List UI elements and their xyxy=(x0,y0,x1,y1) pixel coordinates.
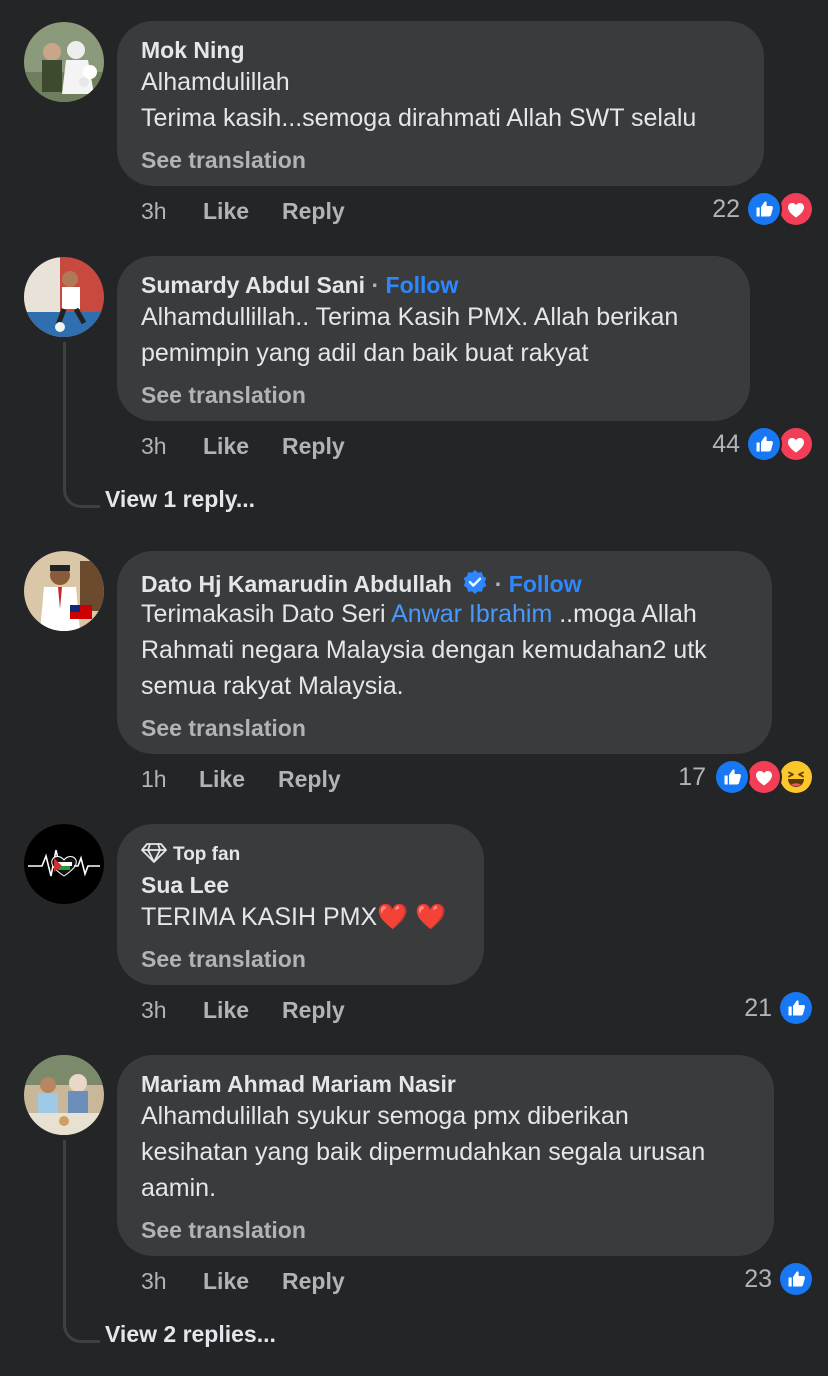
reaction-count[interactable]: 21 xyxy=(722,994,772,1023)
author-name[interactable]: Dato Hj Kamarudin Abdullah xyxy=(141,571,452,597)
comment-timestamp[interactable]: 1h xyxy=(141,766,167,793)
comment-text-line: pemimpin yang adil dan baik buat rakyat xyxy=(141,339,589,367)
follow-button[interactable]: Follow xyxy=(386,272,459,298)
see-translation-link[interactable]: See translation xyxy=(141,147,306,174)
heart-emoji: ❤️ ❤️ xyxy=(377,903,447,931)
like-icon[interactable] xyxy=(778,1261,814,1297)
like-icon[interactable] xyxy=(746,191,782,227)
like-button[interactable]: Like xyxy=(203,198,249,225)
separator-dot: · xyxy=(371,272,380,298)
avatar[interactable] xyxy=(24,551,104,631)
comment-text: Terimakasih Dato Seri xyxy=(141,600,392,628)
comment-text-line: TERIMA KASIH PMX❤️ ❤️ xyxy=(141,899,446,935)
comment-timestamp[interactable]: 3h xyxy=(141,1268,167,1295)
reply-button[interactable]: Reply xyxy=(278,766,341,793)
separator-dot: · xyxy=(494,571,503,597)
comment-text-line: aamin. xyxy=(141,1174,217,1202)
like-icon[interactable] xyxy=(746,426,782,462)
comment-text-line: kesihatan yang baik dipermudahkan segala… xyxy=(141,1138,706,1166)
avatar[interactable] xyxy=(24,824,104,904)
comment-text-line: Alhamdulillah xyxy=(141,68,290,96)
reaction-count[interactable]: 22 xyxy=(690,195,740,224)
comment-author[interactable]: Mok Ning xyxy=(141,37,245,64)
comment-timestamp[interactable]: 3h xyxy=(141,198,167,225)
follow-button[interactable]: Follow xyxy=(509,571,582,597)
comment-text: TERIMA KASIH PMX xyxy=(141,903,378,931)
haha-icon[interactable] xyxy=(778,759,814,795)
top-fan-label: Top fan xyxy=(173,844,241,865)
comment-text-line: Rahmati negara Malaysia dengan kemudahan… xyxy=(141,636,707,664)
reaction-count[interactable]: 44 xyxy=(690,430,740,459)
reply-thread-line xyxy=(63,342,100,508)
author-name[interactable]: Sumardy Abdul Sani xyxy=(141,272,365,298)
comment-text-line: Alhamdulillah syukur semoga pmx diberika… xyxy=(141,1102,629,1130)
like-button[interactable]: Like xyxy=(203,997,249,1024)
comment-timestamp[interactable]: 3h xyxy=(141,997,167,1024)
comment-text-line: semua rakyat Malaysia. xyxy=(141,672,404,700)
reply-button[interactable]: Reply xyxy=(282,997,345,1024)
avatar[interactable] xyxy=(24,22,104,102)
comment-text: ..moga Allah xyxy=(552,600,697,628)
like-button[interactable]: Like xyxy=(203,433,249,460)
see-translation-link[interactable]: See translation xyxy=(141,715,306,742)
reply-button[interactable]: Reply xyxy=(282,433,345,460)
see-translation-link[interactable]: See translation xyxy=(141,946,306,973)
comment-timestamp[interactable]: 3h xyxy=(141,433,167,460)
see-translation-link[interactable]: See translation xyxy=(141,382,306,409)
comment-author[interactable]: Sua Lee xyxy=(141,872,229,899)
comment-text-line: Terima kasih...semoga dirahmati Allah SW… xyxy=(141,104,697,132)
view-replies-link[interactable]: View 2 replies... xyxy=(105,1321,276,1348)
diamond-icon xyxy=(141,842,167,870)
love-icon[interactable] xyxy=(778,191,814,227)
like-button[interactable]: Like xyxy=(199,766,245,793)
avatar[interactable] xyxy=(24,257,104,337)
see-translation-link[interactable]: See translation xyxy=(141,1217,306,1244)
reply-button[interactable]: Reply xyxy=(282,198,345,225)
view-replies-link[interactable]: View 1 reply... xyxy=(105,486,255,513)
comment-author[interactable]: Mariam Ahmad Mariam Nasir xyxy=(141,1071,456,1098)
comment-text-line: Terimakasih Dato Seri Anwar Ibrahim ..mo… xyxy=(141,596,697,632)
reply-thread-line xyxy=(63,1140,100,1343)
reply-button[interactable]: Reply xyxy=(282,1268,345,1295)
top-fan-badge: Top fan xyxy=(141,842,240,870)
comment-text-line: Alhamdullillah.. Terima Kasih PMX. Allah… xyxy=(141,303,679,331)
love-icon[interactable] xyxy=(746,759,782,795)
comment-author[interactable]: Sumardy Abdul Sani · Follow xyxy=(141,272,458,299)
reaction-count[interactable]: 17 xyxy=(656,763,706,792)
reaction-count[interactable]: 23 xyxy=(722,1265,772,1294)
like-icon[interactable] xyxy=(778,990,814,1026)
avatar[interactable] xyxy=(24,1055,104,1135)
like-button[interactable]: Like xyxy=(203,1268,249,1295)
like-icon[interactable] xyxy=(714,759,750,795)
mention-link[interactable]: Anwar Ibrahim xyxy=(391,600,552,628)
love-icon[interactable] xyxy=(778,426,814,462)
